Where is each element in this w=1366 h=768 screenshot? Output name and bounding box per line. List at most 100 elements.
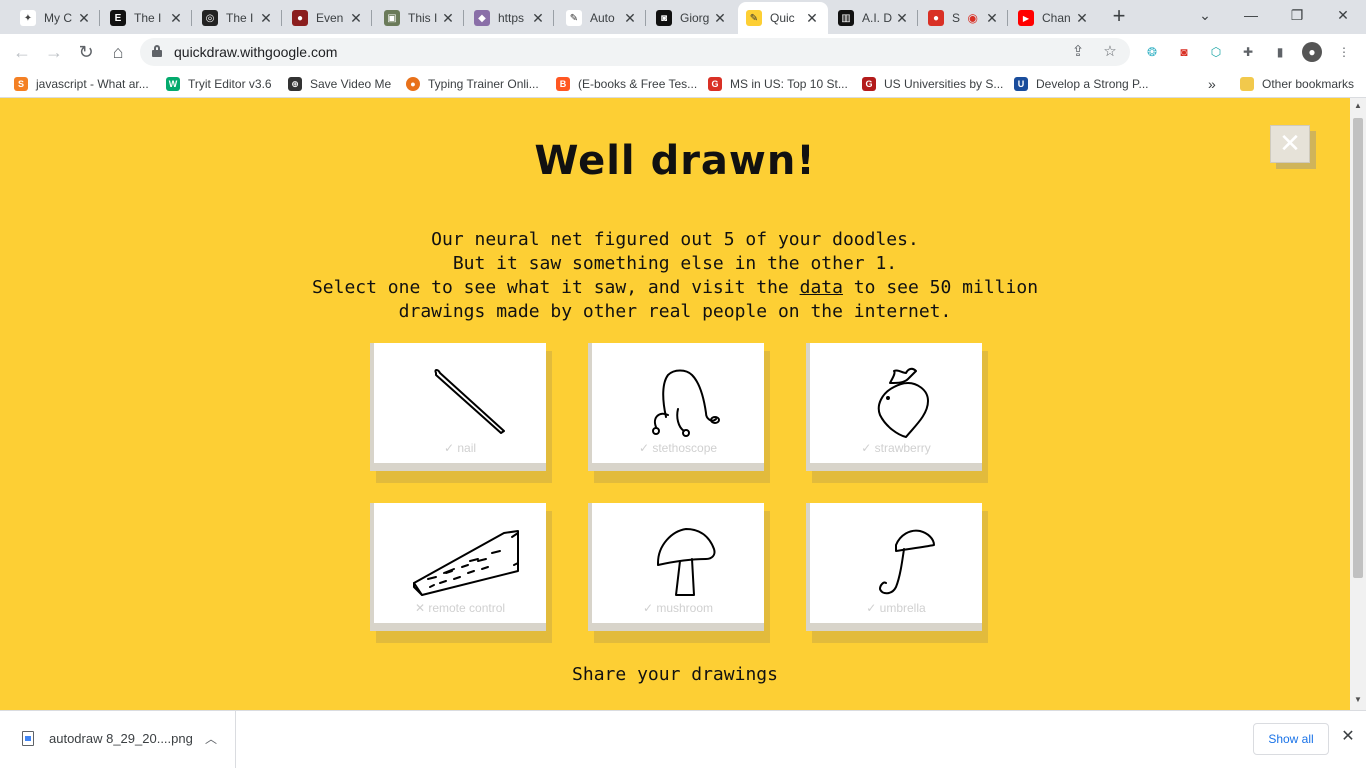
bookmark-label: (E-books & Free Tes... [578, 77, 698, 91]
side-panel-icon[interactable]: ▮ [1270, 42, 1290, 62]
tab-1[interactable]: E The I ✕ [102, 4, 192, 32]
doodle-label: ✓ mushroom [642, 601, 714, 615]
quickdraw-results-page: Well drawn! ✕ Our neural net figured out… [0, 98, 1350, 710]
restore-button[interactable]: ❐ [1282, 4, 1312, 26]
close-tab-icon[interactable]: ✕ [984, 10, 1000, 26]
close-tab-icon[interactable]: ✕ [622, 10, 638, 26]
close-tab-icon[interactable]: ✕ [530, 10, 546, 26]
close-tab-icon[interactable]: ✕ [76, 10, 92, 26]
bookmark-item[interactable]: G MS in US: Top 10 St... [708, 76, 848, 92]
extension-icon[interactable]: ◙ [1174, 42, 1194, 62]
download-item[interactable]: autodraw 8_29_20....png ︿ [0, 711, 236, 768]
tab-title: Giorg [680, 11, 710, 25]
close-tab-icon[interactable]: ✕ [258, 10, 274, 26]
doodle-card-nail[interactable]: ✓ nail [370, 343, 552, 483]
close-download-shelf-icon[interactable]: ✕ [1338, 727, 1358, 747]
nail-drawing [434, 369, 505, 434]
tab-title: My C [44, 11, 72, 25]
doodle-label: ✕ remote control [414, 601, 506, 615]
extensions-puzzle-icon[interactable]: ✚ [1238, 42, 1258, 62]
tab-11[interactable]: ▶ Chan ✕ [1010, 4, 1098, 32]
home-button[interactable]: ⌂ [106, 40, 130, 64]
more-bookmarks-chevron-icon[interactable]: » [1208, 76, 1216, 92]
page-scrollbar[interactable]: ▲ ▼ [1350, 98, 1366, 710]
tab-8-active[interactable]: ✎ Quic ✕ [738, 2, 828, 34]
data-link[interactable]: data [800, 277, 843, 298]
tab-favicon-icon: ◎ [202, 10, 218, 26]
bookmark-item[interactable]: ⊕ Save Video Me [288, 76, 391, 92]
bookmark-star-icon[interactable]: ☆ [1100, 42, 1120, 62]
close-tab-icon[interactable]: ✕ [804, 10, 820, 26]
other-bookmarks[interactable]: Other bookmarks [1240, 76, 1354, 92]
doodle-label: ✓ nail [443, 441, 477, 455]
doodle-card-strawberry[interactable]: ✓ strawberry [806, 343, 988, 483]
extension-icon[interactable]: ❂ [1142, 42, 1162, 62]
reload-button[interactable]: ↻ [74, 40, 98, 64]
address-bar[interactable]: quickdraw.withgoogle.com ⇪ ☆ [140, 38, 1130, 66]
scroll-down-arrow-icon[interactable]: ▼ [1354, 696, 1362, 704]
show-all-button[interactable]: Show all [1253, 723, 1329, 755]
tab-4[interactable]: ▣ This I ✕ [376, 4, 464, 32]
scrollbar-thumb[interactable] [1353, 118, 1363, 578]
bookmark-label: Tryit Editor v3.6 [188, 77, 272, 91]
close-tab-icon[interactable]: ✕ [168, 10, 184, 26]
extension-icon[interactable]: ⬡ [1206, 42, 1226, 62]
bookmark-item[interactable]: S javascript - What ar... [14, 76, 149, 92]
bookmark-item[interactable]: W Tryit Editor v3.6 [166, 76, 272, 92]
menu-icon[interactable]: ⋮ [1334, 42, 1354, 62]
bookmark-item[interactable]: B (E-books & Free Tes... [556, 76, 697, 92]
university-icon: U [1014, 77, 1028, 91]
results-message: Our neural net figured out 5 of your doo… [0, 228, 1350, 324]
close-tab-icon[interactable]: ✕ [894, 10, 910, 26]
blogger-icon: B [556, 77, 570, 91]
tab-9[interactable]: ▥ A.I. D ✕ [830, 4, 918, 32]
w3schools-icon: W [166, 77, 180, 91]
close-tab-icon[interactable]: ✕ [712, 10, 728, 26]
new-tab-button[interactable]: + [1108, 5, 1130, 28]
tab-favicon-icon: ◆ [474, 10, 490, 26]
tab-title: The I [134, 11, 162, 25]
close-tab-icon[interactable]: ✕ [440, 10, 456, 26]
tab-2[interactable]: ◎ The I ✕ [194, 4, 282, 32]
message-line: drawings made by other real people on th… [398, 301, 952, 322]
tab-10[interactable]: ● S ◉ ✕ [920, 4, 1008, 32]
bookmark-item[interactable]: ● Typing Trainer Onli... [406, 76, 539, 92]
share-icon[interactable]: ⇪ [1068, 42, 1088, 62]
avatar[interactable]: ● [1302, 42, 1322, 62]
back-button[interactable]: ← [10, 40, 34, 64]
tab-favicon-icon: ▣ [384, 10, 400, 26]
doodle-card-stethoscope[interactable]: ✓ stethoscope [588, 343, 770, 483]
tab-favicon-icon: ● [292, 10, 308, 26]
lock-icon[interactable] [152, 45, 162, 57]
close-results-button[interactable]: ✕ [1270, 125, 1316, 169]
tab-6[interactable]: ✎ Auto ✕ [558, 4, 646, 32]
remote-control-drawing [413, 530, 519, 596]
message-line: Our neural net figured out 5 of your doo… [431, 229, 919, 250]
tab-7[interactable]: ◙ Giorg ✕ [648, 4, 736, 32]
close-tab-icon[interactable]: ✕ [348, 10, 364, 26]
doodle-card-mushroom[interactable]: ✓ mushroom [588, 503, 770, 643]
scroll-up-arrow-icon[interactable]: ▲ [1354, 102, 1362, 110]
share-drawings-heading[interactable]: Share your drawings [0, 664, 1350, 685]
tab-title: Auto [590, 11, 615, 25]
doodle-card-remote-control[interactable]: ✕ remote control [370, 503, 552, 643]
doodle-card-umbrella[interactable]: ✓ umbrella [806, 503, 988, 643]
tab-favicon-icon: E [110, 10, 126, 26]
strawberry-drawing [877, 367, 929, 438]
minimize-button[interactable]: — [1236, 4, 1266, 26]
bookmark-item[interactable]: G US Universities by S... [862, 76, 1003, 92]
globe-icon: ⊕ [288, 77, 302, 91]
url-text[interactable]: quickdraw.withgoogle.com [174, 44, 337, 60]
tab-3[interactable]: ● Even ✕ [284, 4, 372, 32]
window-close-button[interactable]: ✕ [1328, 4, 1358, 26]
close-icon: ✕ [1279, 128, 1301, 158]
tab-5[interactable]: ◆ https ✕ [466, 4, 554, 32]
close-tab-icon[interactable]: ✕ [1074, 10, 1090, 26]
forward-button[interactable]: → [42, 40, 66, 64]
bookmark-item[interactable]: U Develop a Strong P... [1014, 76, 1149, 92]
tab-0[interactable]: ✦ My C ✕ [12, 4, 100, 32]
tab-search-chevron-icon[interactable]: ⌄ [1190, 4, 1220, 26]
tab-favicon-icon: ✦ [20, 10, 36, 26]
chevron-up-icon[interactable]: ︿ [205, 730, 217, 747]
typing-trainer-icon: ● [406, 77, 420, 91]
